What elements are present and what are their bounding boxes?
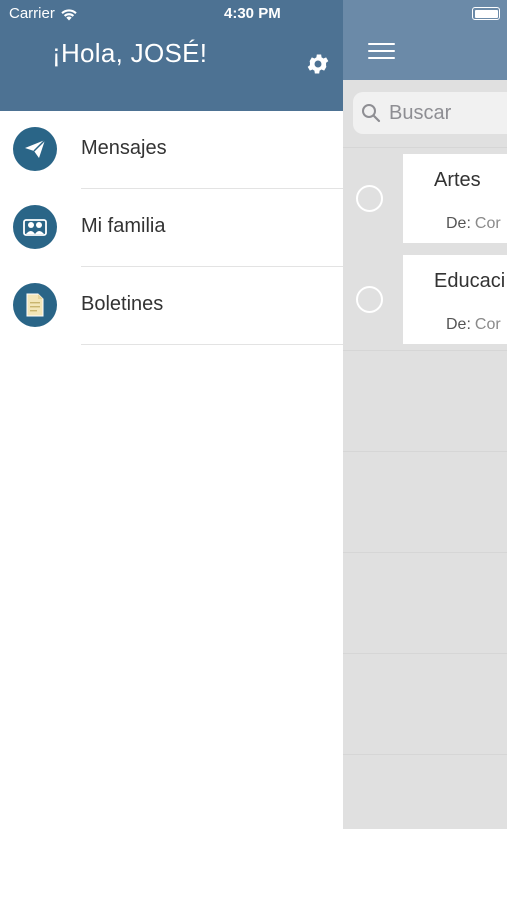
family-icon: [13, 205, 57, 249]
menu-item-label: Mensajes: [81, 137, 167, 159]
divider: [343, 451, 507, 452]
divider: [81, 344, 343, 345]
message-subject: Educaci: [434, 270, 506, 292]
message-from: De: Cor: [446, 316, 501, 334]
select-radio[interactable]: [356, 286, 383, 313]
divider: [343, 350, 507, 351]
battery-icon: [472, 7, 500, 20]
search-icon: [362, 104, 381, 123]
message-card[interactable]: Artes De: Cor: [403, 154, 507, 243]
select-radio[interactable]: [356, 185, 383, 212]
from-label: De:: [446, 316, 471, 333]
carrier-label: Carrier: [9, 5, 55, 22]
divider: [343, 653, 507, 654]
drawer-menu: Mensajes Mi familia Boletines: [0, 111, 343, 345]
greeting-title: ¡Hola, JOSÉ!: [52, 38, 208, 68]
status-carrier: Carrier: [9, 5, 78, 22]
menu-item-boletines[interactable]: Boletines: [0, 267, 343, 345]
message-from: De: Cor: [446, 215, 501, 233]
from-value: Cor: [474, 215, 501, 232]
wifi-icon: [61, 8, 77, 20]
search-input[interactable]: [389, 101, 507, 125]
document-icon: [13, 283, 57, 327]
message-row[interactable]: Artes De: Cor: [343, 148, 507, 250]
message-card[interactable]: Educaci De: Cor: [403, 255, 507, 344]
status-time: 4:30 PM: [224, 5, 281, 22]
paper-plane-icon: [13, 127, 57, 171]
drawer-header: Carrier 4:30 PM ¡Hola, JOSÉ!: [0, 0, 343, 111]
hamburger-menu-icon[interactable]: [368, 43, 395, 60]
from-label: De:: [446, 215, 471, 232]
search-bar[interactable]: [353, 92, 507, 134]
menu-item-label: Boletines: [81, 293, 164, 315]
message-subject: Artes: [434, 169, 481, 191]
menu-item-mensajes[interactable]: Mensajes: [0, 111, 343, 189]
menu-item-label: Mi familia: [81, 215, 166, 237]
divider: [343, 552, 507, 553]
main-screen[interactable]: Artes De:Cor Educaci De:Cor: [343, 0, 507, 829]
menu-item-mi-familia[interactable]: Mi familia: [0, 189, 343, 267]
from-value: Cor: [474, 316, 501, 333]
main-header: [343, 0, 507, 80]
message-row[interactable]: Educaci De: Cor: [343, 249, 507, 351]
side-drawer: Carrier 4:30 PM ¡Hola, JOSÉ! Mensajes Mi…: [0, 0, 343, 900]
divider: [343, 754, 507, 755]
gear-icon[interactable]: [305, 51, 331, 77]
